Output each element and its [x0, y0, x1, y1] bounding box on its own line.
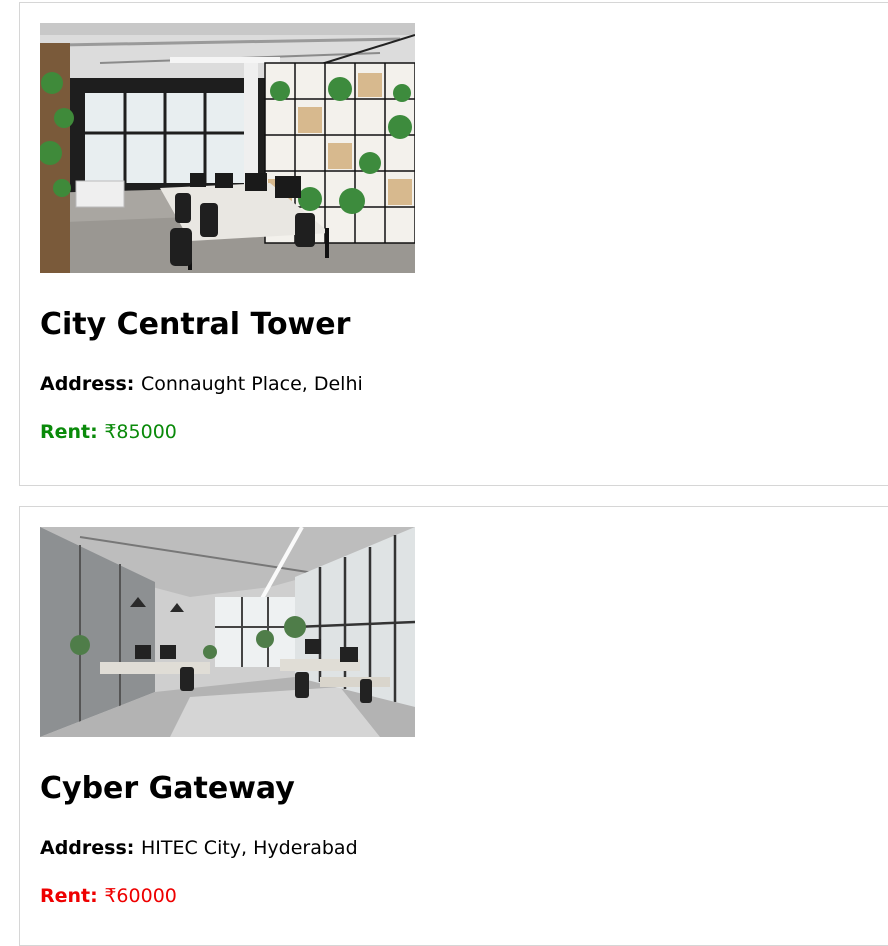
address-row: Address: Connaught Place, Delhi — [40, 371, 363, 397]
rent-row: Rent: ₹60000 — [40, 883, 177, 909]
rent-value: ₹60000 — [104, 885, 177, 907]
rent-label: Rent: — [40, 421, 105, 443]
address-value: Connaught Place, Delhi — [141, 373, 363, 395]
listing-photo — [40, 23, 415, 273]
listing-card: Cyber Gateway Address: HITEC City, Hyder… — [19, 506, 888, 946]
listing-title: City Central Tower — [40, 307, 351, 342]
address-value: HITEC City, Hyderabad — [141, 837, 358, 859]
rent-row: Rent: ₹85000 — [40, 419, 177, 445]
office-photo-image — [40, 23, 415, 273]
listing-card: City Central Tower Address: Connaught Pl… — [19, 2, 888, 486]
address-label: Address: — [40, 373, 141, 395]
rent-label: Rent: — [40, 885, 105, 907]
listing-title: Cyber Gateway — [40, 771, 295, 806]
listing-photo — [40, 527, 415, 737]
address-row: Address: HITEC City, Hyderabad — [40, 835, 358, 861]
rent-value: ₹85000 — [104, 421, 177, 443]
office-photo-image — [40, 527, 415, 737]
address-label: Address: — [40, 837, 141, 859]
